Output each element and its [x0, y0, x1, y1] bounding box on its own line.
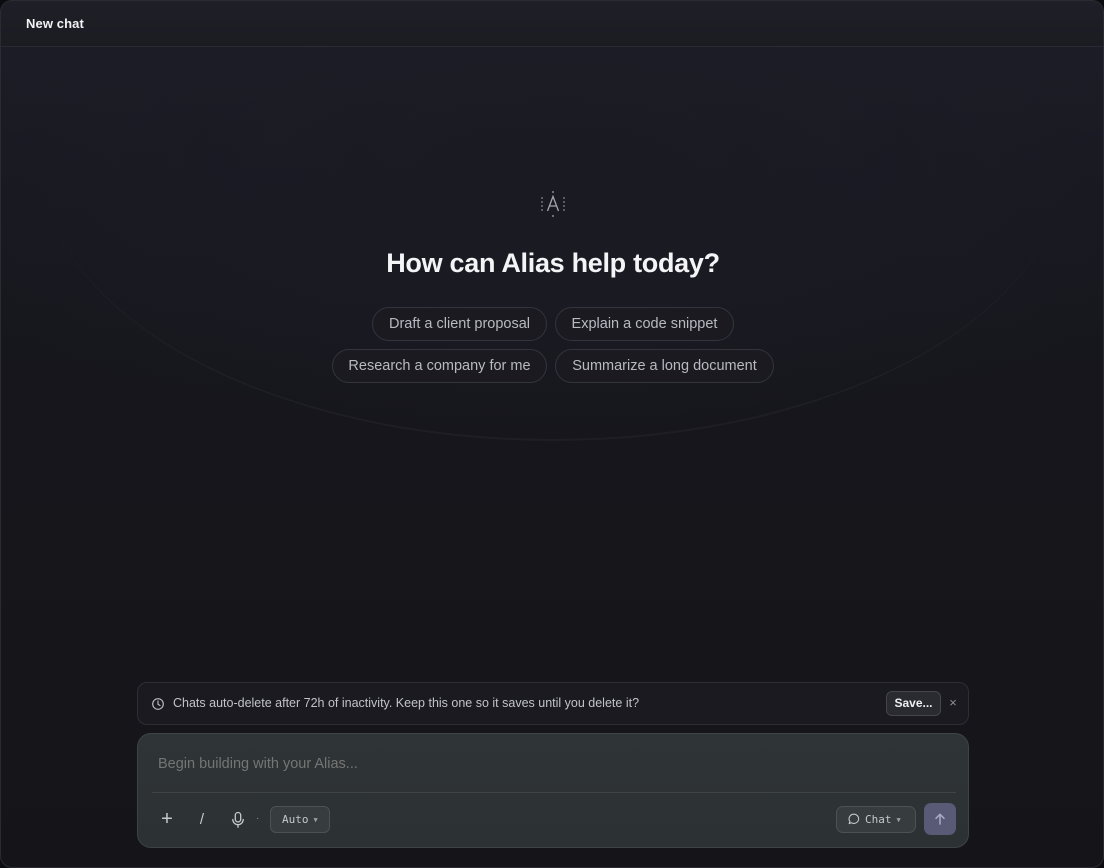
chevron-down-icon: ▼ [896, 816, 901, 824]
model-selector[interactable]: Auto ▼ [270, 806, 330, 833]
message-input[interactable] [158, 753, 938, 775]
composer-divider [152, 792, 956, 793]
suggestion-chip-research-company[interactable]: Research a company for me [332, 349, 547, 383]
background-arc [41, 1, 1065, 441]
microphone-icon[interactable] [230, 811, 246, 829]
add-attachment-button[interactable]: + [157, 807, 177, 833]
page-title: New chat [26, 16, 84, 31]
alias-logo-icon [540, 190, 566, 218]
composer: + / · Auto ▼ Chat ▼ [137, 733, 969, 848]
top-bar: New chat [1, 1, 1103, 47]
headline: How can Alias help today? [386, 248, 720, 278]
mic-options-dropdown[interactable]: · [256, 810, 262, 836]
suggestion-chip-summarize-document[interactable]: Summarize a long document [555, 349, 774, 383]
mode-selector-label: Chat [865, 813, 892, 826]
arrow-up-icon [935, 813, 945, 825]
suggestion-chip-draft-proposal[interactable]: Draft a client proposal [372, 307, 547, 341]
app-window: New chat How can Alias help today? Draft… [0, 0, 1104, 868]
mode-selector[interactable]: Chat ▼ [836, 806, 916, 833]
chat-bubble-icon [848, 813, 860, 825]
suggestion-chip-explain-code[interactable]: Explain a code snippet [555, 307, 734, 341]
notice-message: Chats auto-delete after 72h of inactivit… [173, 696, 640, 710]
close-icon[interactable]: × [947, 695, 959, 711]
clock-icon [151, 697, 165, 711]
chevron-down-icon: ▼ [313, 816, 318, 824]
model-selector-label: Auto [282, 813, 309, 826]
save-chat-button[interactable]: Save... [886, 691, 941, 716]
send-button[interactable] [924, 803, 956, 835]
auto-delete-notice: Chats auto-delete after 72h of inactivit… [137, 682, 969, 725]
slash-command-button[interactable]: / [196, 807, 208, 833]
